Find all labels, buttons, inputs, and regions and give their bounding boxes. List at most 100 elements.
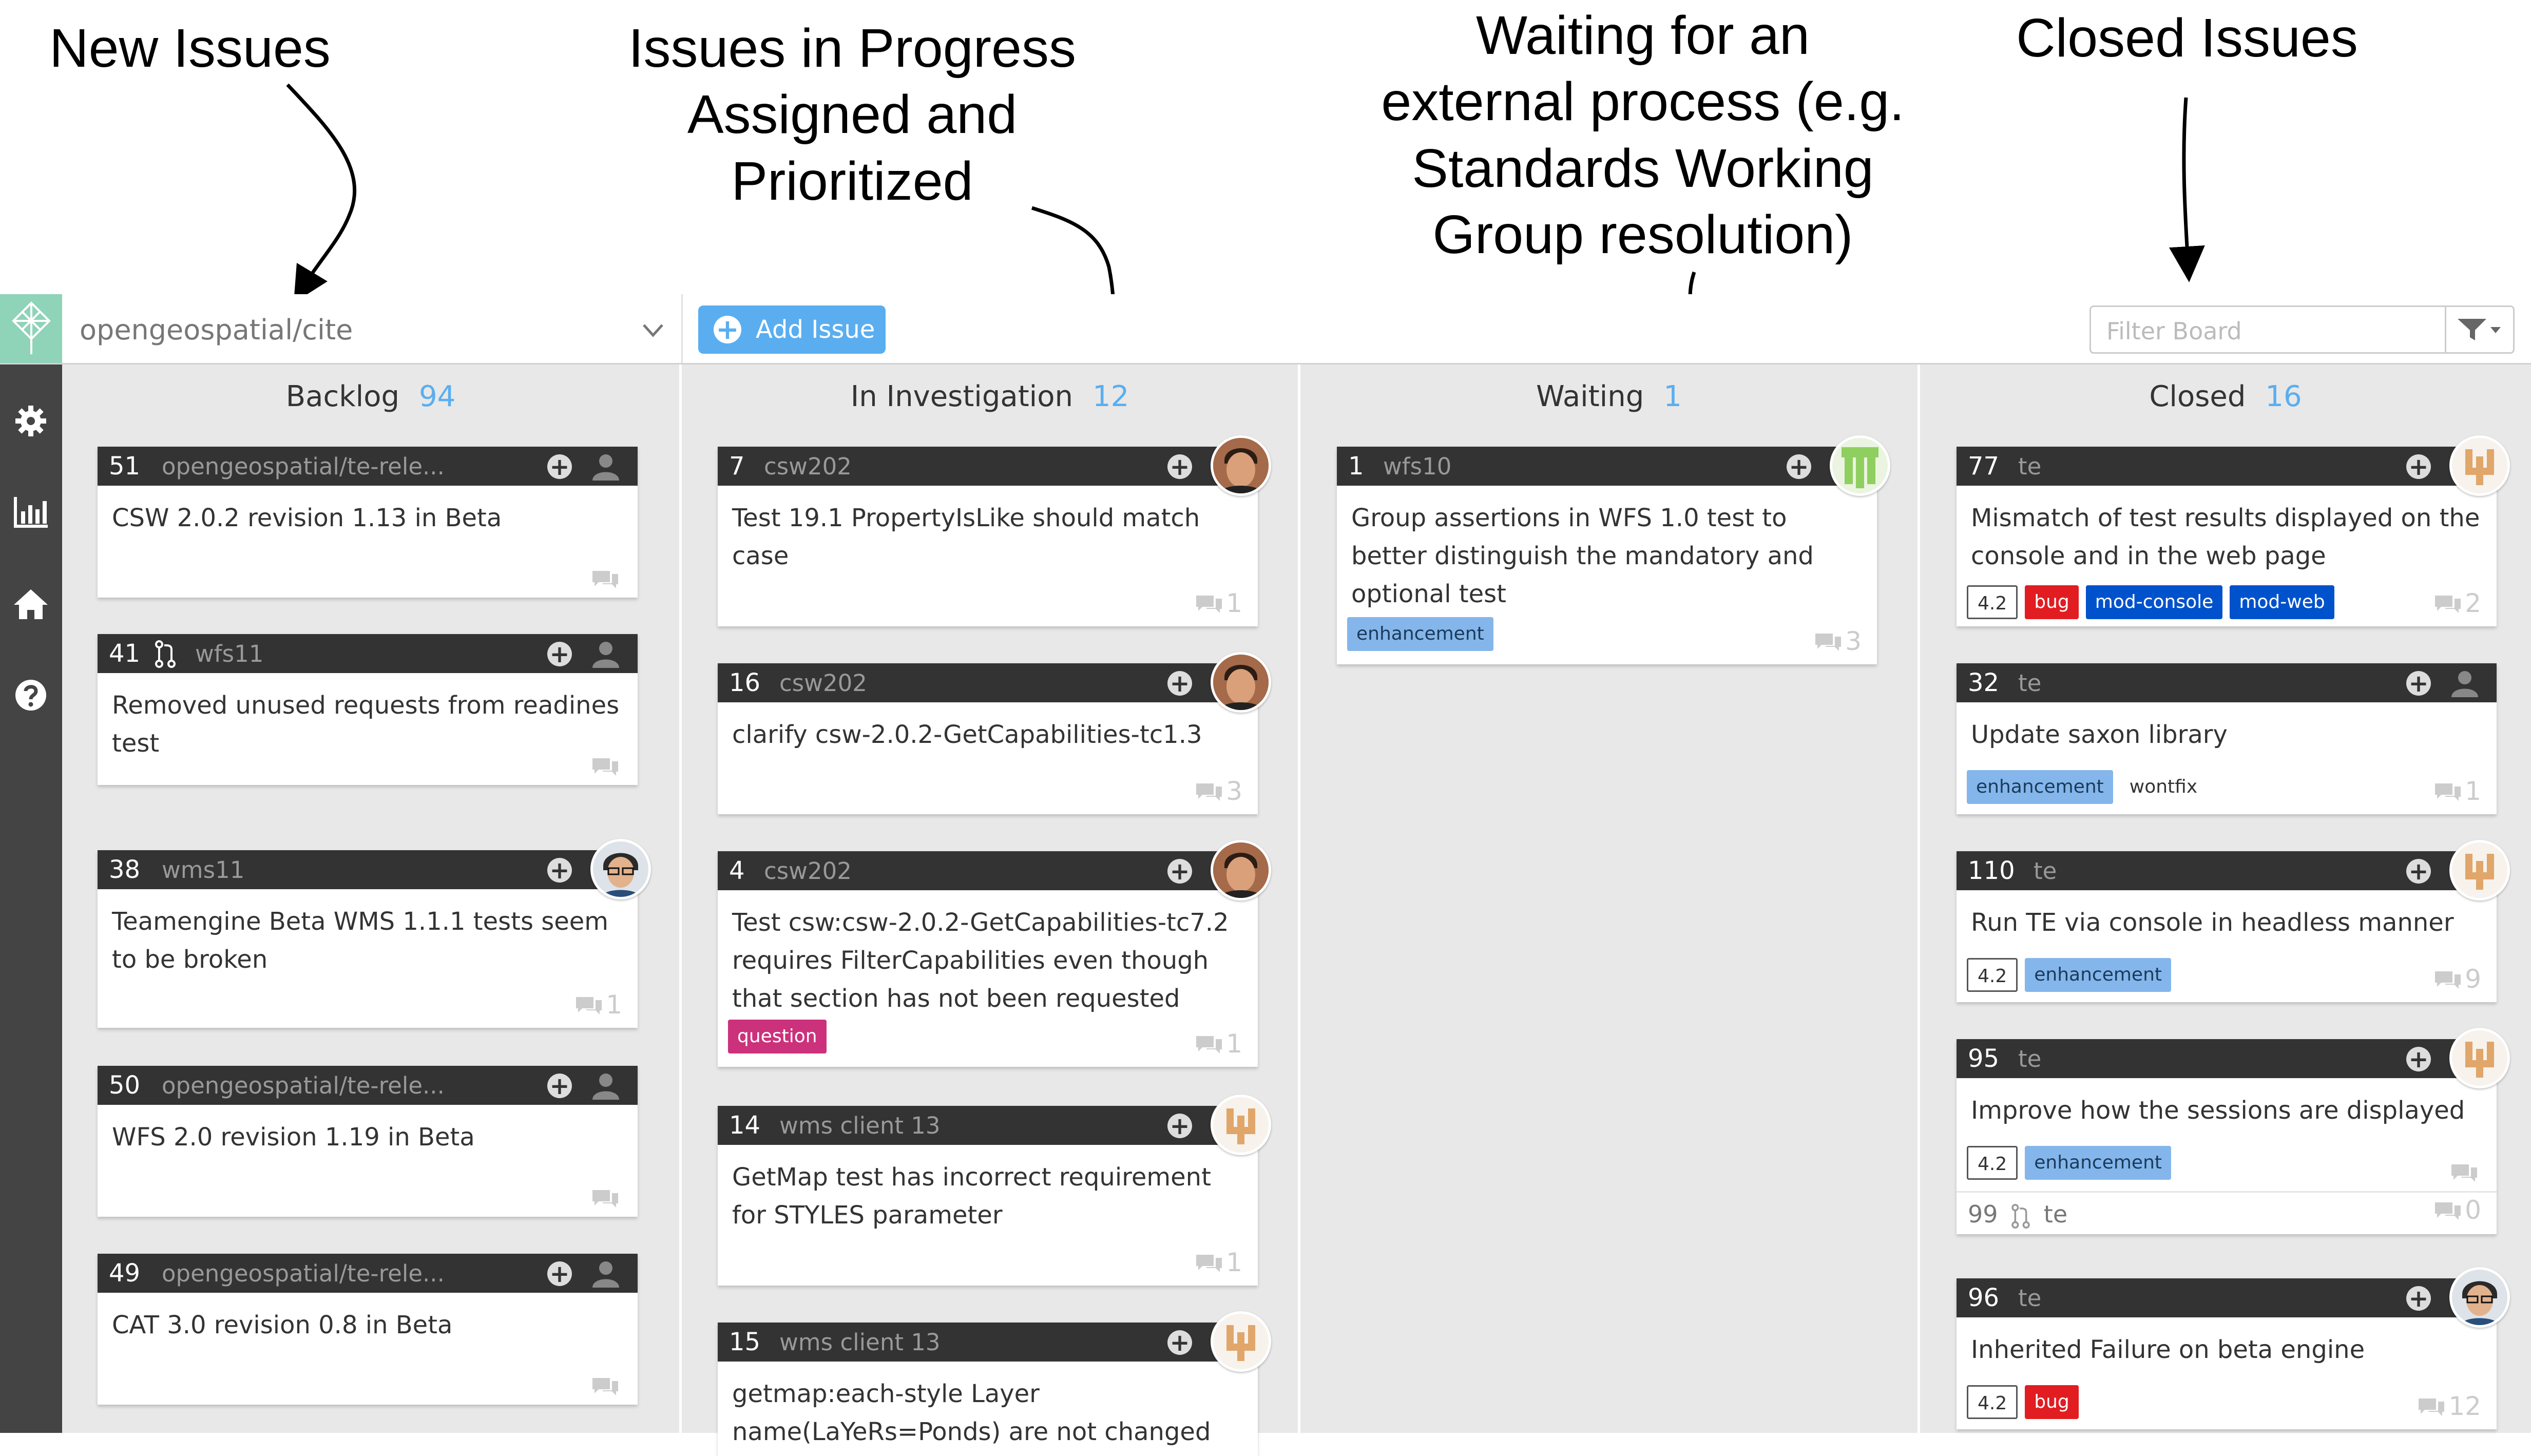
label-bug[interactable]: bug	[2025, 1385, 2079, 1419]
label-mod-web[interactable]: mod-web	[2230, 585, 2334, 619]
issue-title[interactable]: Mismatch of test results displayed on th…	[1971, 499, 2481, 575]
issue-title[interactable]: Test 19.1 PropertyIsLike should match ca…	[732, 499, 1242, 575]
label-version[interactable]: 4.2	[1967, 1385, 2018, 1419]
chevron-down-icon[interactable]	[641, 320, 665, 340]
issue-card[interactable]: 32 te + Update saxon library enhancement…	[1957, 663, 2497, 814]
label-enhancement[interactable]: enhancement	[2025, 958, 2172, 992]
assignee-avatar[interactable]	[1211, 840, 1271, 901]
unassigned-user-icon[interactable]	[2449, 667, 2480, 698]
issue-card[interactable]: 49 opengeospatial/te-rele... + CAT 3.0 r…	[98, 1254, 638, 1405]
issue-number[interactable]: 4	[729, 856, 745, 885]
filter-board-input[interactable]: Filter Board	[2106, 317, 2242, 345]
add-icon[interactable]: +	[1167, 1114, 1192, 1138]
issue-title[interactable]: Improve how the sessions are displayed	[1971, 1091, 2481, 1129]
unassigned-user-icon[interactable]	[590, 1258, 621, 1289]
issue-title[interactable]: clarify csw-2.0.2-GetCapabilities-tc1.3	[732, 716, 1242, 754]
add-icon[interactable]: +	[1787, 454, 1811, 479]
issue-title[interactable]: WFS 2.0 revision 1.19 in Beta	[112, 1118, 622, 1156]
label-bug[interactable]: bug	[2025, 585, 2079, 619]
assignee-avatar[interactable]	[2449, 1028, 2510, 1088]
app-logo[interactable]	[0, 294, 62, 363]
issue-card[interactable]: 51 opengeospatial/te-rele... + CSW 2.0.2…	[98, 447, 638, 598]
chart-icon[interactable]	[10, 492, 51, 533]
add-icon[interactable]: +	[2406, 454, 2431, 479]
issue-number[interactable]: 50	[109, 1071, 140, 1100]
assignee-avatar[interactable]	[590, 839, 651, 899]
assignee-avatar[interactable]	[1211, 652, 1271, 713]
assignee-avatar[interactable]	[1211, 1095, 1271, 1155]
label-question[interactable]: question	[728, 1020, 827, 1053]
issue-number[interactable]: 1	[1348, 452, 1364, 481]
help-icon[interactable]	[10, 675, 51, 716]
issue-title[interactable]: Teamengine Beta WMS 1.1.1 tests seem to …	[112, 903, 622, 979]
add-icon[interactable]: +	[2406, 1047, 2431, 1071]
issue-number[interactable]: 15	[729, 1328, 760, 1356]
add-icon[interactable]: +	[1167, 1330, 1192, 1355]
issue-card[interactable]: 15 wms client 13 + getmap:each-style Lay…	[718, 1311, 1271, 1456]
issue-card[interactable]: 38 wms11 + Teamengine Beta WMS 1.1.1 tes…	[98, 839, 651, 1028]
add-icon[interactable]: +	[1167, 454, 1192, 479]
issue-title[interactable]: getmap:each-style Layer name(LaYeRs=Pond…	[732, 1375, 1242, 1451]
issue-card[interactable]: 7 csw202 + Test 19.1 PropertyIsLike shou…	[718, 435, 1271, 626]
issue-number[interactable]: 110	[1968, 856, 2015, 885]
issue-number[interactable]: 38	[109, 855, 140, 884]
issue-number[interactable]: 77	[1968, 452, 1999, 481]
add-icon[interactable]: +	[547, 454, 572, 479]
label-version[interactable]: 4.2	[1967, 958, 2018, 992]
filter-board-field[interactable]: Filter Board	[2089, 305, 2515, 354]
label-version[interactable]: 4.2	[1967, 585, 2018, 619]
issue-title[interactable]: Update saxon library	[1971, 716, 2481, 754]
issue-card[interactable]: 4 csw202 + Test csw:csw-2.0.2-GetCapabil…	[718, 840, 1271, 1067]
issue-card[interactable]: 77 te + Mismatch of test results display…	[1957, 435, 2510, 626]
filter-button[interactable]	[2445, 307, 2513, 352]
issue-title[interactable]: CAT 3.0 revision 0.8 in Beta	[112, 1306, 622, 1344]
unassigned-user-icon[interactable]	[590, 1070, 621, 1101]
issue-number[interactable]: 32	[1968, 668, 1999, 697]
add-icon[interactable]: +	[2406, 1286, 2431, 1311]
label-mod-console[interactable]: mod-console	[2085, 585, 2223, 619]
issue-number[interactable]: 51	[109, 452, 140, 481]
issue-card[interactable]: 41 wfs11 + Removed unused requests from …	[98, 634, 638, 785]
issue-card[interactable]: 16 csw202 + clarify csw-2.0.2-GetCapabil…	[718, 652, 1271, 814]
assignee-avatar[interactable]	[1211, 1311, 1271, 1372]
add-icon[interactable]: +	[547, 858, 572, 883]
add-icon[interactable]: +	[547, 1074, 572, 1098]
issue-number[interactable]: 16	[729, 668, 760, 697]
assignee-avatar[interactable]	[2449, 1267, 2510, 1328]
unassigned-user-icon[interactable]	[590, 638, 621, 669]
issue-title[interactable]: Run TE via console in headless manner	[1971, 904, 2481, 942]
add-icon[interactable]: +	[1167, 671, 1192, 696]
issue-number[interactable]: 96	[1968, 1283, 1999, 1312]
label-enhancement[interactable]: enhancement	[1967, 770, 2113, 804]
issue-number[interactable]: 14	[729, 1111, 760, 1140]
label-enhancement[interactable]: enhancement	[1347, 617, 1493, 651]
assignee-avatar[interactable]	[1830, 435, 1890, 496]
unassigned-user-icon[interactable]	[590, 451, 621, 482]
issue-number[interactable]: 41	[109, 639, 140, 668]
label-enhancement[interactable]: enhancement	[2025, 1146, 2172, 1180]
label-version[interactable]: 4.2	[1967, 1146, 2018, 1180]
add-icon[interactable]: +	[2406, 859, 2431, 884]
issue-title[interactable]: Removed unused requests from readines te…	[112, 686, 622, 762]
add-icon[interactable]: +	[2406, 671, 2431, 696]
issue-card[interactable]: 1 wfs10 + Group assertions in WFS 1.0 te…	[1337, 435, 1890, 664]
issue-title[interactable]: CSW 2.0.2 revision 1.13 in Beta	[112, 499, 622, 537]
add-icon[interactable]: +	[547, 1261, 572, 1286]
issue-card[interactable]: 96 te + Inherited Failure on beta engine…	[1957, 1267, 2510, 1429]
issue-title[interactable]: Inherited Failure on beta engine	[1971, 1331, 2481, 1369]
assignee-avatar[interactable]	[1211, 435, 1271, 496]
issue-number[interactable]: 95	[1968, 1044, 1999, 1073]
repo-selector[interactable]: opengeospatial/cite	[80, 314, 353, 346]
home-icon[interactable]	[10, 583, 51, 624]
linked-pull-request[interactable]: 99 te	[1968, 1200, 2067, 1229]
label-wontfix[interactable]: wontfix	[2120, 770, 2207, 804]
add-icon[interactable]: +	[1167, 859, 1192, 884]
issue-card[interactable]: 50 opengeospatial/te-rele... + WFS 2.0 r…	[98, 1066, 638, 1217]
assignee-avatar[interactable]	[2449, 840, 2510, 901]
issue-card[interactable]: 14 wms client 13 + GetMap test has incor…	[718, 1095, 1271, 1286]
add-icon[interactable]: +	[547, 642, 572, 666]
issue-title[interactable]: GetMap test has incorrect requirement fo…	[732, 1158, 1242, 1234]
issue-number[interactable]: 7	[729, 452, 745, 481]
issue-title[interactable]: Group assertions in WFS 1.0 test to bett…	[1351, 499, 1862, 613]
gear-icon[interactable]	[10, 400, 51, 442]
